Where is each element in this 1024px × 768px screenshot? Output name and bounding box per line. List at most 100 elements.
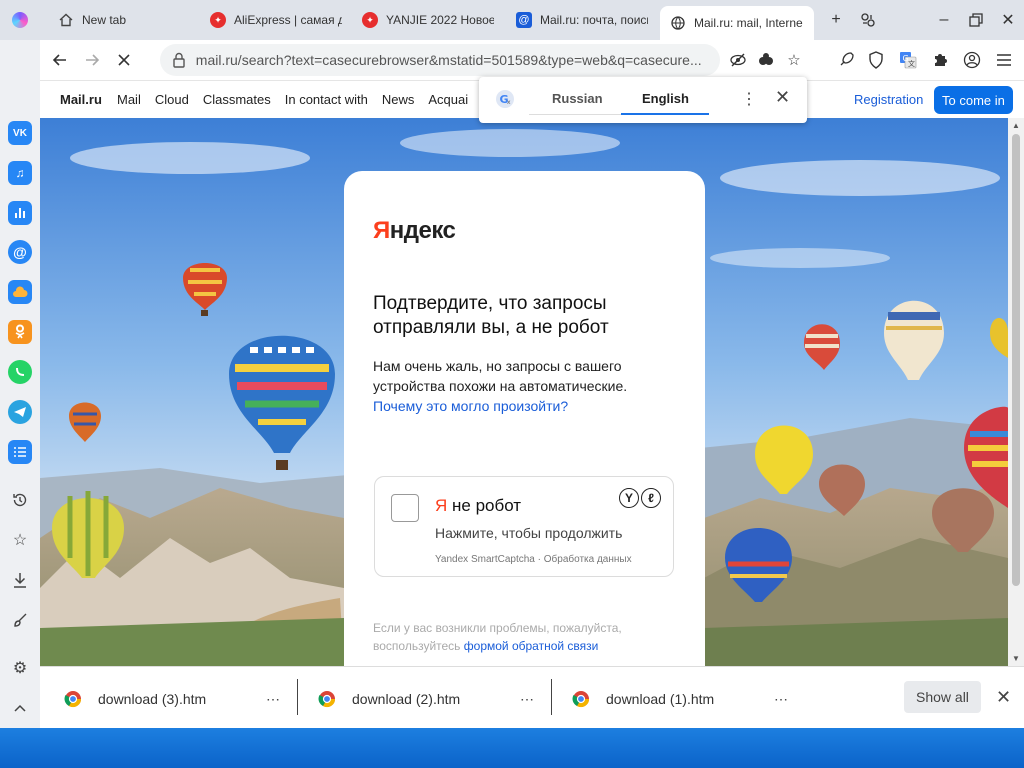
- download-item[interactable]: download (2).htm ⋯: [318, 683, 548, 715]
- login-button[interactable]: To come in: [934, 86, 1013, 114]
- captcha-description: Нам очень жаль, но запросы с вашего устр…: [373, 358, 628, 414]
- side-panel: VK ♫ @ ☆ ⚙: [0, 40, 40, 728]
- more-options-icon[interactable]: ⋯: [774, 691, 788, 708]
- stop-loading-button[interactable]: [108, 44, 140, 76]
- shield-icon[interactable]: [864, 48, 888, 72]
- cookie-icon[interactable]: [754, 48, 778, 72]
- yandex-logo: Яндекс: [373, 217, 456, 244]
- history-icon[interactable]: [8, 488, 32, 512]
- nav-link-news[interactable]: News: [382, 92, 415, 107]
- collapse-icon[interactable]: [8, 696, 32, 720]
- feedback-note: Если у вас возникли проблемы, пожалуйста…: [373, 621, 622, 653]
- settings-icon[interactable]: ⚙: [8, 656, 32, 680]
- brush-icon[interactable]: [8, 608, 32, 632]
- close-window-button[interactable]: ✕: [994, 8, 1022, 32]
- selected-lang-indicator: [621, 113, 709, 115]
- profile-avatar-icon[interactable]: [960, 48, 984, 72]
- forward-button[interactable]: [76, 44, 108, 76]
- chrome-icon: [64, 691, 82, 708]
- list-icon[interactable]: [8, 440, 32, 464]
- download-icon[interactable]: [8, 568, 32, 592]
- music-icon[interactable]: ♫: [8, 161, 32, 185]
- chrome-icon: [572, 691, 590, 708]
- yandex-id-icon: Yℓ: [619, 488, 661, 508]
- translate-popup: G x Russian English ⋮ ✕: [479, 77, 807, 123]
- minimize-button[interactable]: –: [930, 8, 958, 32]
- not-robot-checkbox-panel[interactable]: Я не робот Нажмите, чтобы продолжить Yan…: [374, 476, 674, 577]
- captcha-card: Яндекс Подтвердите, что запросы отправля…: [344, 171, 705, 671]
- eye-off-icon[interactable]: [726, 48, 750, 72]
- menu-icon[interactable]: [992, 48, 1016, 72]
- cloud-icon[interactable]: [8, 280, 32, 304]
- scrollbar-thumb[interactable]: [1012, 134, 1020, 586]
- captcha-heading: Подтвердите, что запросы отправляли вы, …: [373, 293, 609, 338]
- ok-icon[interactable]: [8, 320, 32, 344]
- mailru-logo[interactable]: Mail.ru: [60, 92, 102, 107]
- address-bar[interactable]: mail.ru/search?text=casecurebrowser&msta…: [160, 44, 720, 76]
- site-info-icon[interactable]: [170, 51, 188, 69]
- rocket-icon[interactable]: [834, 48, 858, 72]
- aliexpress-icon: ✦: [210, 12, 226, 28]
- svg-text:文: 文: [908, 59, 915, 68]
- tab-strip: New tab ✦ AliExpress | самая дл ✦ YANJIE…: [0, 0, 1024, 40]
- browser-logo-icon[interactable]: [12, 12, 28, 28]
- vk-icon[interactable]: VK: [8, 121, 32, 145]
- os-taskbar: [0, 728, 1024, 768]
- email-at-icon[interactable]: @: [8, 240, 32, 264]
- nav-link-in-contact[interactable]: In contact with: [285, 92, 368, 107]
- tab-search-icon[interactable]: [854, 8, 882, 32]
- nav-link-cloud[interactable]: Cloud: [155, 92, 189, 107]
- browser-toolbar: mail.ru/search?text=casecurebrowser&msta…: [40, 40, 1024, 80]
- nav-link-classmates[interactable]: Classmates: [203, 92, 271, 107]
- tab-aliexpress-2[interactable]: ✦ YANJIE 2022 Новое г: [352, 4, 504, 36]
- google-translate-icon: G x: [496, 90, 514, 108]
- extensions-puzzle-icon[interactable]: [928, 48, 952, 72]
- close-icon[interactable]: ✕: [996, 687, 1011, 708]
- close-icon[interactable]: ✕: [775, 87, 790, 108]
- svg-text:x: x: [507, 99, 511, 106]
- tab-mailru-search[interactable]: @ Mail.ru: почта, поиск: [506, 4, 658, 36]
- bookmark-star-icon[interactable]: ☆: [782, 48, 806, 72]
- mailru-at-icon: @: [516, 12, 532, 28]
- feedback-form-link[interactable]: формой обратной связи: [464, 639, 599, 653]
- aliexpress-icon: ✦: [362, 12, 378, 28]
- download-item[interactable]: download (3).htm ⋯: [64, 683, 294, 715]
- why-link[interactable]: Почему это могло произойти?: [373, 398, 568, 414]
- new-tab-button[interactable]: +: [822, 8, 850, 32]
- back-button[interactable]: [44, 44, 76, 76]
- tab-mailru-active[interactable]: Mail.ru: mail, Interne: [660, 6, 814, 40]
- telegram-icon[interactable]: [8, 400, 32, 424]
- tab-new-tab[interactable]: New tab: [48, 4, 196, 36]
- registration-link[interactable]: Registration: [854, 92, 923, 107]
- tab-title: YANJIE 2022 Новое г: [386, 13, 494, 27]
- tab-title: Mail.ru: mail, Interne: [694, 16, 803, 30]
- tab-title: New tab: [82, 13, 127, 27]
- more-options-icon[interactable]: ⋮: [741, 89, 757, 109]
- tab-aliexpress-1[interactable]: ✦ AliExpress | самая дл: [200, 4, 352, 36]
- url-text: mail.ru/search?text=casecurebrowser&msta…: [195, 52, 702, 68]
- smartcaptcha-brand[interactable]: Yandex SmartCaptcha · Обработка данных: [435, 554, 632, 565]
- whatsapp-icon[interactable]: [8, 360, 32, 384]
- translate-target-lang[interactable]: English: [642, 91, 689, 106]
- star-icon[interactable]: ☆: [8, 528, 32, 552]
- not-robot-checkbox[interactable]: [391, 494, 419, 522]
- page-scrollbar[interactable]: ▲ ▼: [1008, 118, 1024, 666]
- portal-nav: Mail Cloud Classmates In contact with Ne…: [117, 92, 468, 107]
- chrome-icon: [318, 691, 336, 708]
- more-options-icon[interactable]: ⋯: [266, 691, 280, 708]
- home-icon: [58, 12, 74, 28]
- scroll-up-icon[interactable]: ▲: [1012, 121, 1020, 130]
- divider: [297, 679, 298, 715]
- download-bar: download (3).htm ⋯ download (2).htm ⋯ do…: [40, 666, 1024, 728]
- scroll-down-icon[interactable]: ▼: [1012, 654, 1020, 663]
- more-options-icon[interactable]: ⋯: [520, 691, 534, 708]
- nav-link-mail[interactable]: Mail: [117, 92, 141, 107]
- stats-icon[interactable]: [8, 201, 32, 225]
- translate-icon[interactable]: G文: [896, 48, 920, 72]
- show-all-button[interactable]: Show all: [904, 681, 981, 713]
- nav-link-acquaintances[interactable]: Acquai: [428, 92, 468, 107]
- download-filename: download (2).htm: [352, 691, 461, 707]
- restore-button[interactable]: [962, 8, 990, 32]
- download-item[interactable]: download (1).htm ⋯: [572, 683, 802, 715]
- translate-source-lang[interactable]: Russian: [552, 91, 603, 106]
